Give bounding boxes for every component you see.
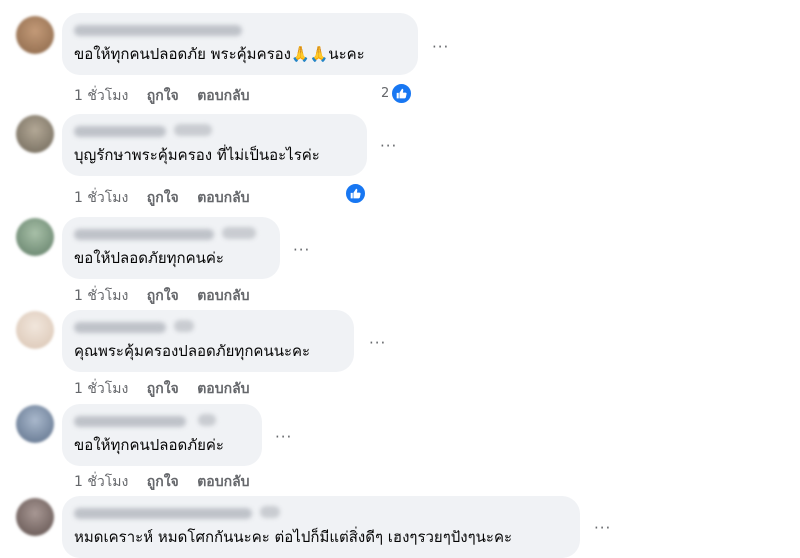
comment-text: บุญรักษาพระคุ้มครอง ที่ไม่เป็นอะไรค่ะ <box>74 146 320 164</box>
comment-actions: 1 ชั่วโมง ถูกใจ ตอบกลับ <box>74 187 264 209</box>
like-button[interactable]: ถูกใจ <box>147 190 179 206</box>
badge-icons <box>260 506 280 518</box>
comment-text: คุณพระคุ้มครองปลอดภัยทุกคนนะคะ <box>74 342 311 360</box>
badge-icons <box>222 227 256 239</box>
badge-icons <box>174 320 194 332</box>
more-options-button[interactable]: ··· <box>594 521 611 536</box>
comment-timestamp[interactable]: 1 ชั่วโมง <box>74 381 128 397</box>
commenter-name[interactable] <box>74 25 242 36</box>
commenter-name[interactable] <box>74 416 186 427</box>
comment-text: หมดเคราะห์ หมดโศกกันนะคะ ต่อไปก็มีแต่สิ่… <box>74 528 513 546</box>
commenter-name[interactable] <box>74 322 166 333</box>
more-options-button[interactable]: ··· <box>293 243 310 258</box>
avatar[interactable] <box>16 115 54 153</box>
more-options-button[interactable]: ··· <box>432 40 449 55</box>
comment-timestamp[interactable]: 1 ชั่วโมง <box>74 474 128 490</box>
comment-bubble: บุญรักษาพระคุ้มครอง ที่ไม่เป็นอะไรค่ะ <box>62 114 367 176</box>
comment-actions: 1 ชั่วโมง ถูกใจ ตอบกลับ <box>74 285 264 307</box>
comment-timestamp[interactable]: 1 ชั่วโมง <box>74 190 128 206</box>
avatar[interactable] <box>16 218 54 256</box>
reply-button[interactable]: ตอบกลับ <box>197 88 249 104</box>
comment-text: ขอให้ทุกคนปลอดภัยค่ะ <box>74 436 224 454</box>
comment-actions: 1 ชั่วโมง ถูกใจ ตอบกลับ <box>74 471 264 493</box>
avatar[interactable] <box>16 311 54 349</box>
thumbs-up-icon <box>345 183 366 204</box>
badge-icons <box>198 414 216 426</box>
like-button[interactable]: ถูกใจ <box>147 474 179 490</box>
comment-bubble: คุณพระคุ้มครองปลอดภัยทุกคนนะคะ <box>62 310 354 372</box>
comment-bubble: ขอให้ปลอดภัยทุกคนค่ะ <box>62 217 280 279</box>
avatar[interactable] <box>16 16 54 54</box>
avatar[interactable] <box>16 405 54 443</box>
comment-bubble: ขอให้ทุกคนปลอดภัย พระคุ้มครอง🙏🙏นะคะ <box>62 13 418 75</box>
comment-text: ขอให้ปลอดภัยทุกคนค่ะ <box>74 249 224 267</box>
commenter-name[interactable] <box>74 229 214 240</box>
comment-text: ขอให้ทุกคนปลอดภัย พระคุ้มครอง🙏🙏นะคะ <box>74 45 365 63</box>
reply-button[interactable]: ตอบกลับ <box>197 381 249 397</box>
commenter-name[interactable] <box>74 126 166 137</box>
reaction-summary[interactable] <box>343 183 366 204</box>
more-options-button[interactable]: ··· <box>275 430 292 445</box>
reply-button[interactable]: ตอบกลับ <box>197 190 249 206</box>
comment-actions: 1 ชั่วโมง ถูกใจ ตอบกลับ <box>74 378 264 400</box>
more-options-button[interactable]: ··· <box>380 139 397 154</box>
like-button[interactable]: ถูกใจ <box>147 288 179 304</box>
commenter-name[interactable] <box>74 508 252 519</box>
comment-bubble: หมดเคราะห์ หมดโศกกันนะคะ ต่อไปก็มีแต่สิ่… <box>62 496 580 558</box>
comment-timestamp[interactable]: 1 ชั่วโมง <box>74 288 128 304</box>
reply-button[interactable]: ตอบกลับ <box>197 288 249 304</box>
reaction-summary[interactable]: 2 <box>381 83 413 104</box>
badge-icons <box>174 124 212 136</box>
like-button[interactable]: ถูกใจ <box>147 381 179 397</box>
comment-timestamp[interactable]: 1 ชั่วโมง <box>74 88 128 104</box>
avatar[interactable] <box>16 498 54 536</box>
comment-bubble: ขอให้ทุกคนปลอดภัยค่ะ <box>62 404 262 466</box>
more-options-button[interactable]: ··· <box>369 336 386 351</box>
reply-button[interactable]: ตอบกลับ <box>197 474 249 490</box>
reaction-count: 2 <box>381 86 390 101</box>
like-button[interactable]: ถูกใจ <box>147 88 179 104</box>
comment-actions: 1 ชั่วโมง ถูกใจ ตอบกลับ <box>74 85 264 107</box>
thumbs-up-icon <box>391 83 413 104</box>
